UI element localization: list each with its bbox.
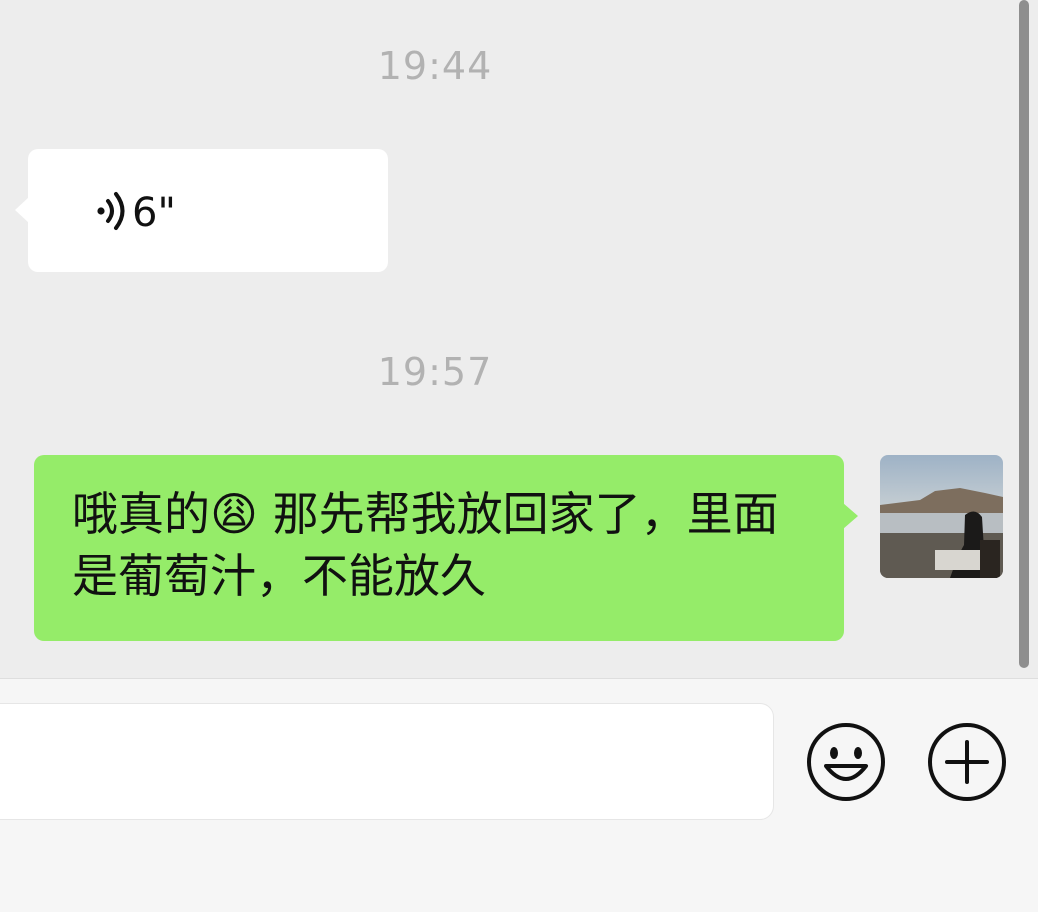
- message-input[interactable]: [0, 703, 774, 820]
- timestamp: 19:57: [377, 350, 493, 394]
- input-bar: [0, 678, 1038, 912]
- smiley-face-icon[interactable]: [804, 720, 888, 804]
- chat-area: 19:44 6" 19:57 哦真的😩 那先帮我放回家了，里面是葡萄汁，不能放久: [0, 0, 1038, 678]
- timestamp: 19:44: [377, 44, 493, 88]
- avatar-image: [880, 455, 1003, 578]
- voice-message-bubble[interactable]: [15, 149, 388, 272]
- sent-message-bubble[interactable]: 哦真的😩 那先帮我放回家了，里面是葡萄汁，不能放久: [34, 455, 858, 641]
- voice-duration: 6": [132, 190, 176, 236]
- avatar[interactable]: [880, 455, 1003, 578]
- plus-circle-icon[interactable]: [925, 720, 1009, 804]
- voice-wave-icon: [97, 192, 125, 230]
- scrollbar[interactable]: [1019, 0, 1029, 668]
